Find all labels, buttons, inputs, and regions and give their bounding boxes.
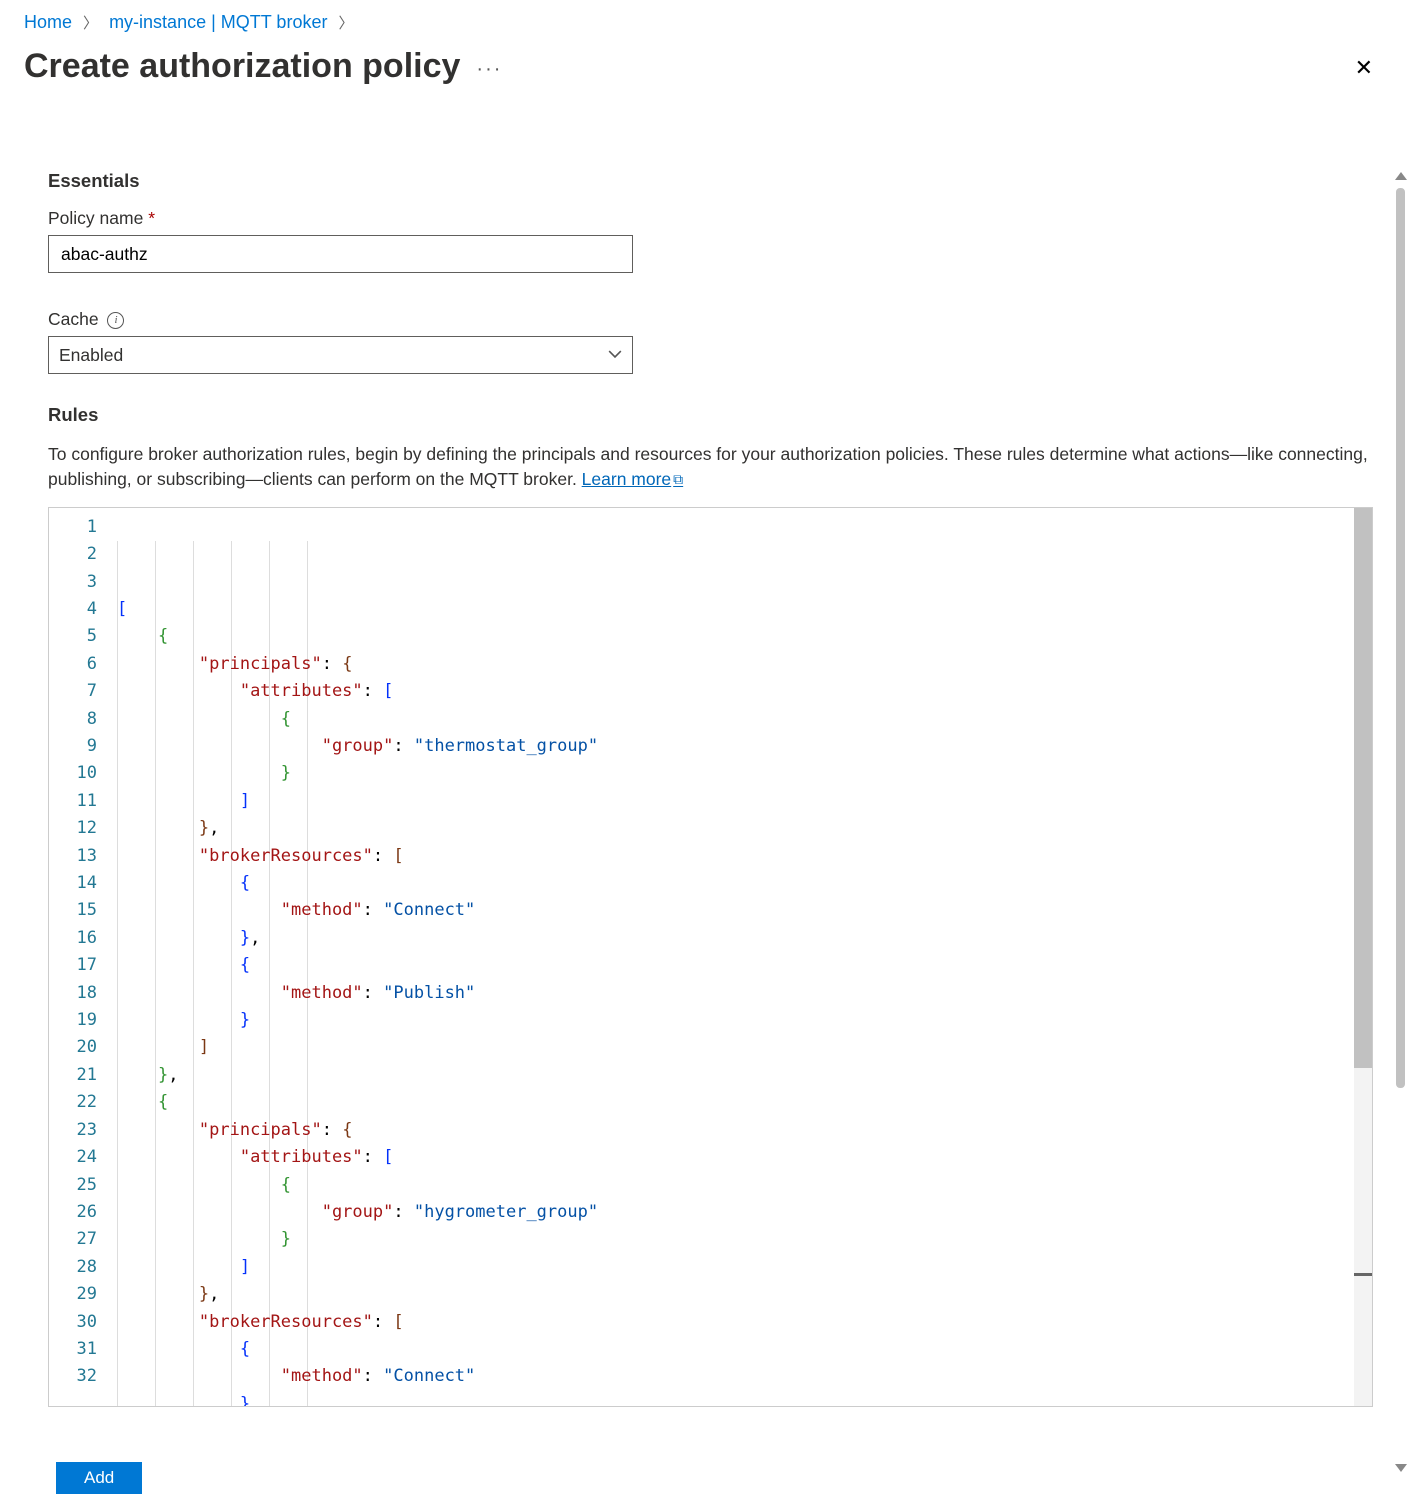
breadcrumb-instance[interactable]: my-instance | MQTT broker xyxy=(109,12,327,32)
external-link-icon: ⧉ xyxy=(673,471,683,487)
editor-code[interactable]: [ { "principals": { "attributes": [ { "g… xyxy=(113,508,1372,1406)
page-title: Create authorization policy xyxy=(24,47,460,86)
breadcrumb-home[interactable]: Home xyxy=(24,12,72,32)
add-button[interactable]: Add xyxy=(56,1462,142,1494)
panel-scrollbar-thumb[interactable] xyxy=(1396,188,1405,1088)
rules-description: To configure broker authorization rules,… xyxy=(48,442,1373,493)
info-icon[interactable]: i xyxy=(107,312,124,329)
panel-scrollbar[interactable] xyxy=(1393,172,1407,1472)
cache-select[interactable]: Enabled xyxy=(48,336,633,374)
content-scroll[interactable]: Essentials Policy name * Cache i Enabled… xyxy=(24,140,1383,1506)
scroll-up-icon[interactable] xyxy=(1395,172,1407,180)
chevron-right-icon: 〉 xyxy=(338,15,353,32)
breadcrumb: Home 〉 my-instance | MQTT broker 〉 xyxy=(0,0,1407,39)
more-icon[interactable]: ··· xyxy=(476,44,502,81)
essentials-heading: Essentials xyxy=(48,170,1373,192)
chevron-right-icon: 〉 xyxy=(83,15,98,32)
rules-heading: Rules xyxy=(48,404,1373,426)
learn-more-link[interactable]: Learn more⧉ xyxy=(582,469,684,489)
close-icon[interactable]: ✕ xyxy=(1355,45,1383,81)
cache-label: Cache i xyxy=(48,309,1373,330)
policy-name-input-wrap xyxy=(48,235,633,273)
cache-value: Enabled xyxy=(59,345,123,366)
policy-name-label: Policy name * xyxy=(48,208,1373,229)
scroll-down-icon[interactable] xyxy=(1395,1464,1407,1472)
rules-json-editor[interactable]: 1 2 3 4 5 6 7 8 9 10 11 12 13 14 15 16 1… xyxy=(48,507,1373,1407)
policy-name-input[interactable] xyxy=(59,243,622,266)
chevron-down-icon xyxy=(608,345,622,366)
editor-gutter: 1 2 3 4 5 6 7 8 9 10 11 12 13 14 15 16 1… xyxy=(49,508,113,1406)
